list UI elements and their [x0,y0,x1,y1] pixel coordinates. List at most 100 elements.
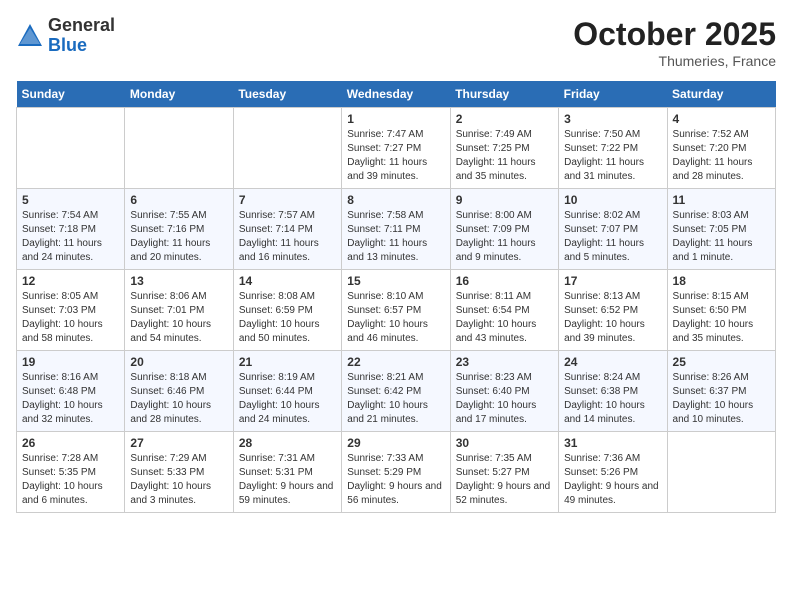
day-number: 26 [22,436,119,450]
calendar-cell: 17 Sunrise: 8:13 AM Sunset: 6:52 PM Dayli… [559,270,667,351]
day-number: 17 [564,274,661,288]
day-info: Sunrise: 7:47 AM Sunset: 7:27 PM Dayligh… [347,128,444,184]
calendar-cell: 25Sunrise: 8:26 AM Sunset: 6:37 PM Dayli… [667,351,775,432]
calendar-cell: 1 Sunrise: 7:47 AM Sunset: 7:27 PM Daylig… [342,108,450,189]
day-number: 1 [347,112,444,126]
day-number: 20 [130,355,227,369]
day-number: 15 [347,274,444,288]
day-info: Sunrise: 7:29 AM Sunset: 5:33 PM Dayligh… [130,452,227,508]
day-info: Sunrise: 7:35 AM Sunset: 5:27 PM Dayligh… [456,452,553,508]
day-info: Sunrise: 8:23 AM Sunset: 6:40 PM Dayligh… [456,371,553,427]
calendar-cell: 14 Sunrise: 8:08 AM Sunset: 6:59 PM Dayli… [233,270,341,351]
calendar-cell: 28 Sunrise: 7:31 AM Sunset: 5:31 PM Dayli… [233,432,341,513]
day-number: 2 [456,112,553,126]
calendar-cell: 13 Sunrise: 8:06 AM Sunset: 7:01 PM Dayli… [125,270,233,351]
day-info: Sunrise: 7:28 AM Sunset: 5:35 PM Dayligh… [22,452,119,508]
day-info: Sunrise: 7:58 AM Sunset: 7:11 PM Dayligh… [347,209,444,265]
calendar-cell [667,432,775,513]
calendar-cell: 10 Sunrise: 8:02 AM Sunset: 7:07 PM Dayli… [559,189,667,270]
day-number: 27 [130,436,227,450]
calendar-cell: 22Sunrise: 8:21 AM Sunset: 6:42 PM Dayli… [342,351,450,432]
day-number: 29 [347,436,444,450]
calendar-cell: 4 Sunrise: 7:52 AM Sunset: 7:20 PM Daylig… [667,108,775,189]
day-number: 5 [22,193,119,207]
day-number: 24 [564,355,661,369]
calendar-cell: 7 Sunrise: 7:57 AM Sunset: 7:14 PM Daylig… [233,189,341,270]
calendar-cell: 31Sunrise: 7:36 AM Sunset: 5:26 PM Dayli… [559,432,667,513]
logo: General Blue [16,16,115,56]
day-info: Sunrise: 8:03 AM Sunset: 7:05 PM Dayligh… [673,209,770,265]
day-number: 8 [347,193,444,207]
column-header-tuesday: Tuesday [233,81,341,108]
calendar-week-4: 19Sunrise: 8:16 AM Sunset: 6:48 PM Dayli… [17,351,776,432]
calendar-cell: 5 Sunrise: 7:54 AM Sunset: 7:18 PM Daylig… [17,189,125,270]
day-number: 7 [239,193,336,207]
page-header: General Blue October 2025 Thumeries, Fra… [16,16,776,69]
calendar-cell [17,108,125,189]
column-header-sunday: Sunday [17,81,125,108]
calendar-cell: 20 Sunrise: 8:18 AM Sunset: 6:46 PM Dayli… [125,351,233,432]
day-number: 22 [347,355,444,369]
logo-general: General [48,16,115,36]
day-number: 4 [673,112,770,126]
calendar-cell: 24 Sunrise: 8:24 AM Sunset: 6:38 PM Dayli… [559,351,667,432]
day-number: 28 [239,436,336,450]
calendar-cell: 9 Sunrise: 8:00 AM Sunset: 7:09 PM Daylig… [450,189,558,270]
column-header-thursday: Thursday [450,81,558,108]
day-info: Sunrise: 8:06 AM Sunset: 7:01 PM Dayligh… [130,290,227,346]
calendar-week-5: 26 Sunrise: 7:28 AM Sunset: 5:35 PM Dayli… [17,432,776,513]
logo-blue: Blue [48,36,115,56]
day-number: 14 [239,274,336,288]
calendar-cell [233,108,341,189]
day-number: 6 [130,193,227,207]
day-info: Sunrise: 8:18 AM Sunset: 6:46 PM Dayligh… [130,371,227,427]
calendar-cell: 27 Sunrise: 7:29 AM Sunset: 5:33 PM Dayli… [125,432,233,513]
day-number: 18 [673,274,770,288]
day-info: Sunrise: 8:24 AM Sunset: 6:38 PM Dayligh… [564,371,661,427]
day-info: Sunrise: 8:08 AM Sunset: 6:59 PM Dayligh… [239,290,336,346]
day-number: 9 [456,193,553,207]
calendar-cell: 11 Sunrise: 8:03 AM Sunset: 7:05 PM Dayli… [667,189,775,270]
day-number: 25 [673,355,770,369]
calendar-cell: 16Sunrise: 8:11 AM Sunset: 6:54 PM Dayli… [450,270,558,351]
day-number: 21 [239,355,336,369]
calendar-week-3: 12 Sunrise: 8:05 AM Sunset: 7:03 PM Dayli… [17,270,776,351]
calendar-cell: 26 Sunrise: 7:28 AM Sunset: 5:35 PM Dayli… [17,432,125,513]
day-info: Sunrise: 8:15 AM Sunset: 6:50 PM Dayligh… [673,290,770,346]
calendar-cell: 29Sunrise: 7:33 AM Sunset: 5:29 PM Dayli… [342,432,450,513]
day-info: Sunrise: 8:02 AM Sunset: 7:07 PM Dayligh… [564,209,661,265]
day-number: 12 [22,274,119,288]
day-info: Sunrise: 8:13 AM Sunset: 6:52 PM Dayligh… [564,290,661,346]
day-info: Sunrise: 7:52 AM Sunset: 7:20 PM Dayligh… [673,128,770,184]
day-info: Sunrise: 8:19 AM Sunset: 6:44 PM Dayligh… [239,371,336,427]
calendar-table: SundayMondayTuesdayWednesdayThursdayFrid… [16,81,776,513]
day-info: Sunrise: 7:50 AM Sunset: 7:22 PM Dayligh… [564,128,661,184]
calendar-cell: 30 Sunrise: 7:35 AM Sunset: 5:27 PM Dayli… [450,432,558,513]
column-header-saturday: Saturday [667,81,775,108]
calendar-cell: 3Sunrise: 7:50 AM Sunset: 7:22 PM Daylig… [559,108,667,189]
calendar-week-1: 1 Sunrise: 7:47 AM Sunset: 7:27 PM Daylig… [17,108,776,189]
calendar-week-2: 5 Sunrise: 7:54 AM Sunset: 7:18 PM Daylig… [17,189,776,270]
day-number: 31 [564,436,661,450]
day-info: Sunrise: 8:05 AM Sunset: 7:03 PM Dayligh… [22,290,119,346]
day-number: 10 [564,193,661,207]
day-info: Sunrise: 8:16 AM Sunset: 6:48 PM Dayligh… [22,371,119,427]
day-info: Sunrise: 8:00 AM Sunset: 7:09 PM Dayligh… [456,209,553,265]
calendar-header-row: SundayMondayTuesdayWednesdayThursdayFrid… [17,81,776,108]
day-info: Sunrise: 7:49 AM Sunset: 7:25 PM Dayligh… [456,128,553,184]
day-info: Sunrise: 7:54 AM Sunset: 7:18 PM Dayligh… [22,209,119,265]
logo-icon [16,22,44,50]
day-number: 13 [130,274,227,288]
calendar-cell: 8 Sunrise: 7:58 AM Sunset: 7:11 PM Daylig… [342,189,450,270]
day-number: 11 [673,193,770,207]
day-info: Sunrise: 7:57 AM Sunset: 7:14 PM Dayligh… [239,209,336,265]
calendar-cell: 21 Sunrise: 8:19 AM Sunset: 6:44 PM Dayli… [233,351,341,432]
calendar-cell: 6Sunrise: 7:55 AM Sunset: 7:16 PM Daylig… [125,189,233,270]
column-header-wednesday: Wednesday [342,81,450,108]
calendar-cell: 12 Sunrise: 8:05 AM Sunset: 7:03 PM Dayli… [17,270,125,351]
calendar-cell: 18 Sunrise: 8:15 AM Sunset: 6:50 PM Dayli… [667,270,775,351]
day-number: 30 [456,436,553,450]
day-info: Sunrise: 7:31 AM Sunset: 5:31 PM Dayligh… [239,452,336,508]
calendar-cell: 2 Sunrise: 7:49 AM Sunset: 7:25 PM Daylig… [450,108,558,189]
day-info: Sunrise: 8:11 AM Sunset: 6:54 PM Dayligh… [456,290,553,346]
